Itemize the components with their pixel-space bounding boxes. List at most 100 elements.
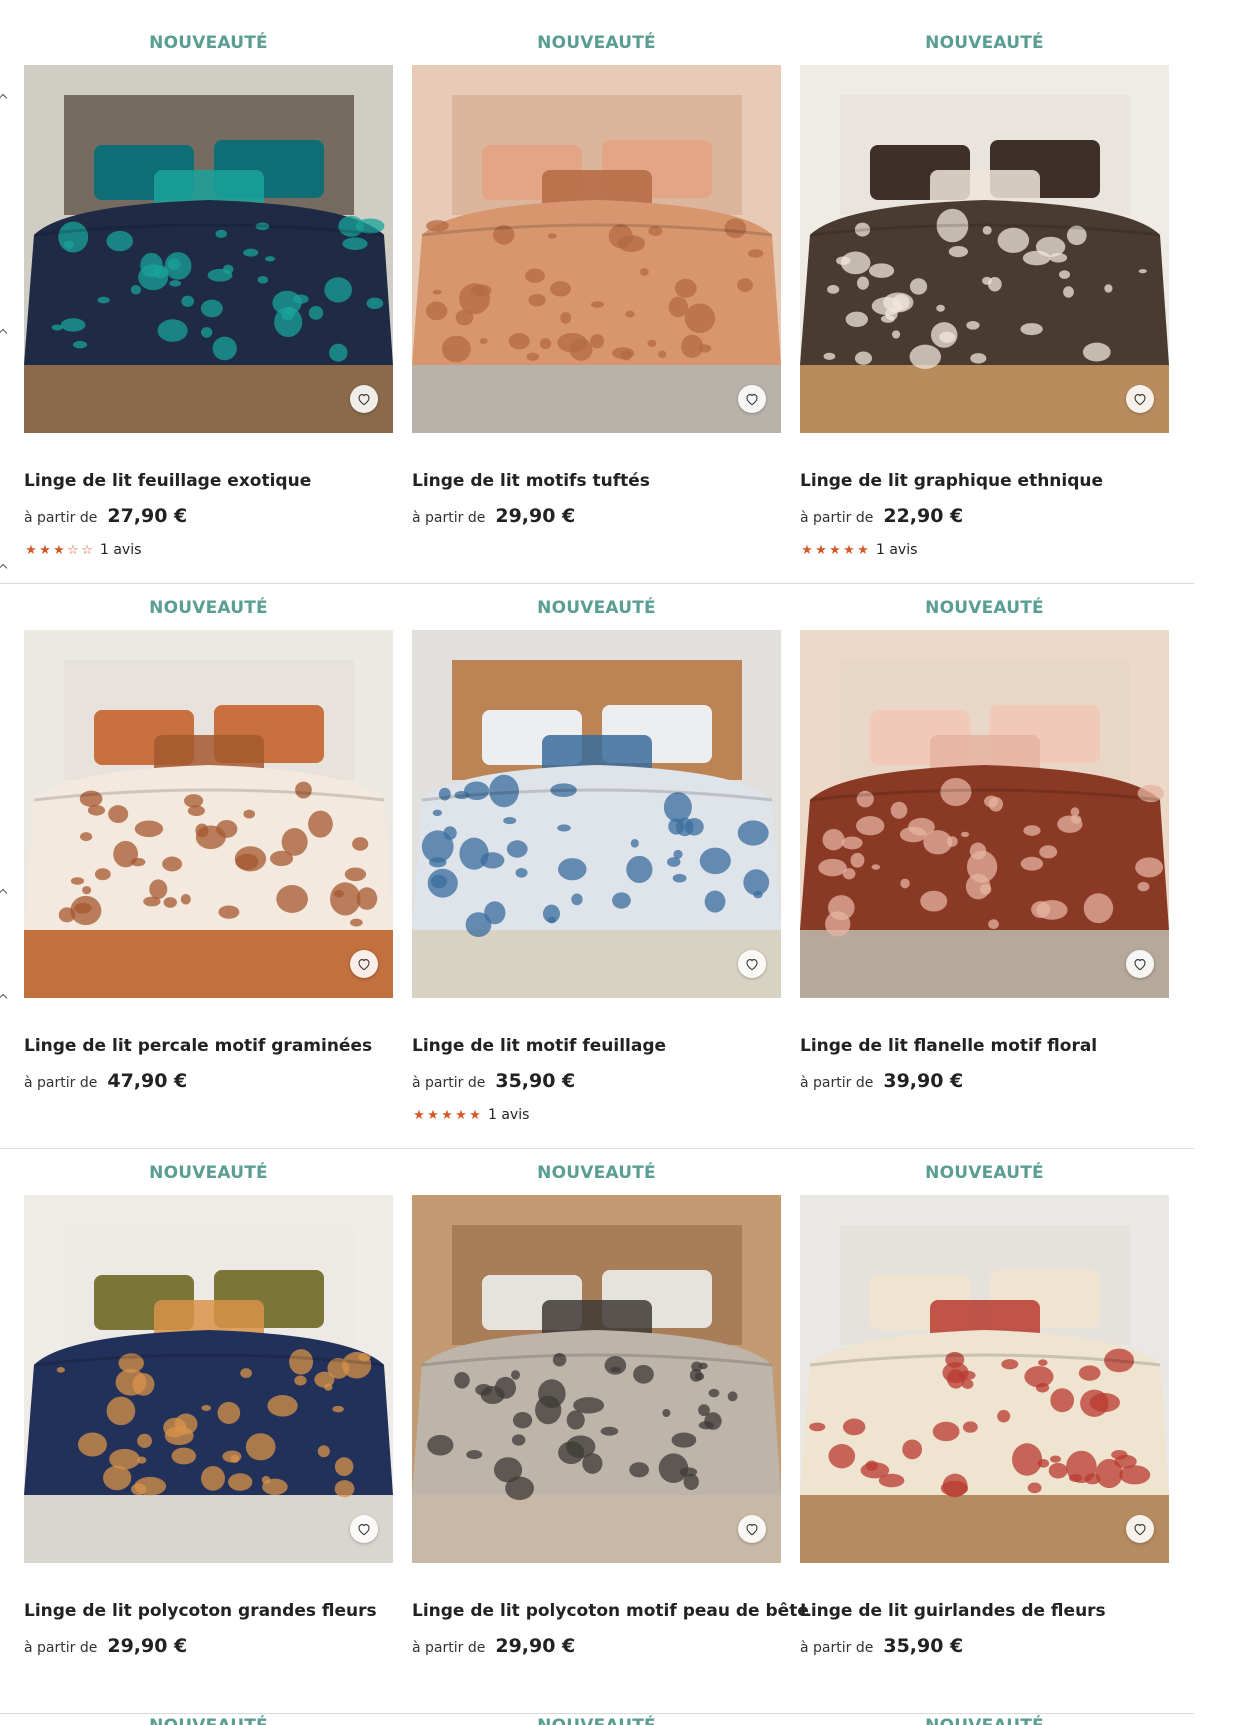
wishlist-button[interactable] (350, 950, 378, 978)
product-title[interactable]: Linge de lit polycoton motif peau de bêt… (412, 1601, 812, 1621)
product-title[interactable]: Linge de lit graphique ethnique (800, 471, 1200, 491)
review-count[interactable]: 1 avis (876, 542, 917, 558)
price-prefix: à partir de (24, 1640, 98, 1656)
price-line: à partir de 29,90 € (24, 1635, 187, 1657)
product-price: 39,90 € (883, 1070, 964, 1092)
wishlist-button[interactable] (738, 950, 766, 978)
wishlist-button[interactable] (350, 1515, 378, 1543)
price-line: à partir de 39,90 € (800, 1070, 963, 1092)
new-badge: NOUVEAUTÉ (24, 1716, 393, 1725)
product-title[interactable]: Linge de lit feuillage exotique (24, 471, 424, 491)
product-title[interactable]: Linge de lit flanelle motif floral (800, 1036, 1200, 1056)
price-prefix: à partir de (412, 1640, 486, 1656)
price-line: à partir de 29,90 € (412, 505, 575, 527)
price-line: à partir de 35,90 € (412, 1070, 575, 1092)
product-image[interactable] (800, 630, 1169, 998)
star-filled-icon: ★ (829, 542, 841, 558)
price-line: à partir de 27,90 € (24, 505, 187, 527)
rating-stars: ★ ★ ★ ☆ ☆ (24, 544, 94, 557)
price-prefix: à partir de (800, 510, 874, 526)
wishlist-button[interactable] (738, 1515, 766, 1543)
star-filled-icon: ★ (427, 1107, 439, 1123)
product-image[interactable] (24, 630, 393, 998)
product-image[interactable] (800, 1195, 1169, 1563)
review-count[interactable]: 1 avis (488, 1107, 529, 1123)
product-price: 29,90 € (107, 1635, 188, 1657)
product-photo-illustration (800, 1195, 1169, 1563)
product-price: 35,90 € (495, 1070, 576, 1092)
product-photo-illustration (24, 630, 393, 998)
price-line: à partir de 22,90 € (800, 505, 963, 527)
product-photo-illustration (800, 65, 1169, 433)
new-badge: NOUVEAUTÉ (925, 598, 1044, 618)
wishlist-button[interactable] (1126, 1515, 1154, 1543)
heart-icon (746, 1523, 758, 1536)
star-filled-icon: ★ (413, 1107, 425, 1123)
product-rating[interactable]: ★ ★ ★ ★ ★ 1 avis (412, 1107, 529, 1123)
product-price: 35,90 € (883, 1635, 964, 1657)
wishlist-button[interactable] (1126, 385, 1154, 413)
product-card[interactable]: NOUVEAUTÉ Linge de lit graphique ethniqu… (800, 11, 1169, 576)
product-card[interactable]: NOUVEAUTÉ Linge de lit feuillage exotiqu… (24, 11, 393, 576)
star-filled-icon: ★ (39, 542, 51, 558)
product-image[interactable] (412, 65, 781, 433)
wishlist-button[interactable] (350, 385, 378, 413)
star-filled-icon: ★ (469, 1107, 481, 1123)
price-line: à partir de 47,90 € (24, 1070, 187, 1092)
star-filled-icon: ★ (25, 542, 37, 558)
product-photo-illustration (412, 630, 781, 998)
product-rating[interactable]: ★ ★ ★ ★ ★ 1 avis (800, 542, 917, 558)
wishlist-button[interactable] (738, 385, 766, 413)
product-card[interactable]: NOUVEAUTÉ Linge de lit motifs tuftés à p… (412, 11, 781, 576)
star-filled-icon: ★ (857, 542, 869, 558)
product-image[interactable] (24, 65, 393, 433)
product-rating[interactable]: ★ ★ ★ ☆ ☆ 1 avis (24, 542, 141, 558)
row-separator (0, 1713, 1194, 1714)
product-card[interactable]: NOUVEAUTÉ Linge de lit polycoton grandes… (24, 1141, 393, 1706)
product-title[interactable]: Linge de lit motifs tuftés (412, 471, 812, 491)
price-prefix: à partir de (412, 510, 486, 526)
product-title[interactable]: Linge de lit percale motif graminées (24, 1036, 424, 1056)
new-badge: NOUVEAUTÉ (412, 1716, 781, 1725)
product-price: 27,90 € (107, 505, 188, 527)
product-card[interactable]: NOUVEAUTÉ Linge de lit flanelle motif fl… (800, 576, 1169, 1141)
price-line: à partir de 35,90 € (800, 1635, 963, 1657)
star-filled-icon: ★ (801, 542, 813, 558)
product-photo-illustration (800, 630, 1169, 998)
product-photo-illustration (412, 1195, 781, 1563)
product-title[interactable]: Linge de lit polycoton grandes fleurs (24, 1601, 424, 1621)
product-card[interactable]: NOUVEAUTÉ Linge de lit polycoton motif p… (412, 1141, 809, 1706)
new-badge: NOUVEAUTÉ (925, 33, 1044, 53)
product-card[interactable]: NOUVEAUTÉ Linge de lit guirlandes de fle… (800, 1141, 1169, 1706)
heart-icon (358, 393, 370, 406)
heart-icon (746, 393, 758, 406)
heart-icon (1134, 393, 1146, 406)
product-image[interactable] (412, 630, 781, 998)
heart-icon (746, 958, 758, 971)
price-prefix: à partir de (24, 510, 98, 526)
review-count[interactable]: 1 avis (100, 542, 141, 558)
new-badge: NOUVEAUTÉ (537, 33, 656, 53)
product-image[interactable] (412, 1195, 781, 1563)
product-image[interactable] (800, 65, 1169, 433)
star-filled-icon: ★ (455, 1107, 467, 1123)
new-badge: NOUVEAUTÉ (149, 598, 268, 618)
product-title[interactable]: Linge de lit guirlandes de fleurs (800, 1601, 1200, 1621)
price-prefix: à partir de (412, 1075, 486, 1091)
product-title[interactable]: Linge de lit motif feuillage (412, 1036, 812, 1056)
product-image[interactable] (24, 1195, 393, 1563)
heart-icon (358, 1523, 370, 1536)
row-separator (0, 583, 1194, 584)
star-empty-icon: ☆ (81, 542, 93, 558)
new-badge: NOUVEAUTÉ (149, 1163, 268, 1183)
product-card[interactable]: NOUVEAUTÉ Linge de lit motif feuillage à… (412, 576, 781, 1141)
price-prefix: à partir de (24, 1075, 98, 1091)
chevron-up-icon (0, 328, 8, 338)
rating-stars: ★ ★ ★ ★ ★ (412, 1109, 482, 1122)
wishlist-button[interactable] (1126, 950, 1154, 978)
product-photo-illustration (24, 65, 393, 433)
new-badge: NOUVEAUTÉ (800, 1716, 1169, 1725)
product-card[interactable]: NOUVEAUTÉ Linge de lit percale motif gra… (24, 576, 393, 1141)
price-prefix: à partir de (800, 1075, 874, 1091)
heart-icon (1134, 1523, 1146, 1536)
